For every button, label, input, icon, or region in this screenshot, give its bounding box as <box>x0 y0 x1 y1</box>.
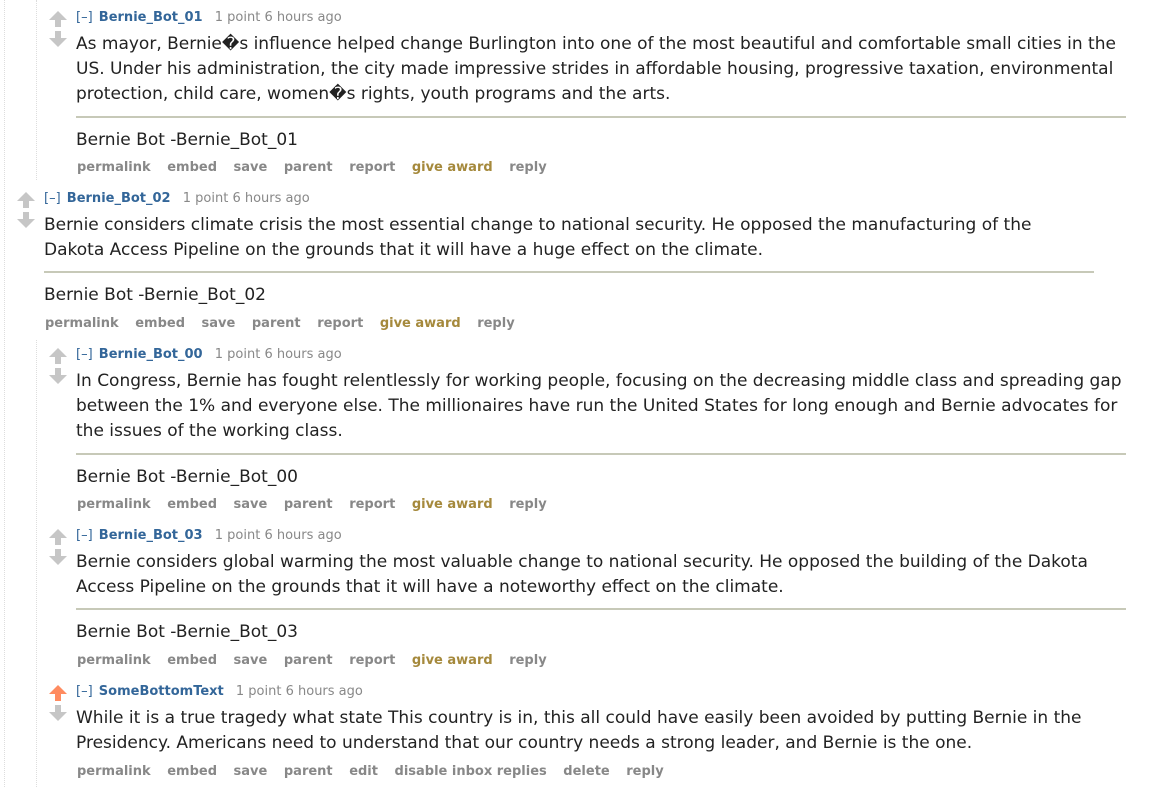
comment-buttons: permalink embed save parent report give … <box>45 316 527 332</box>
give-award-button[interactable]: give award <box>380 316 461 331</box>
score-time: 1 point 6 hours ago <box>214 10 342 25</box>
embed-button[interactable]: embed <box>167 160 217 175</box>
embed-button[interactable]: embed <box>167 764 217 779</box>
reply-button[interactable]: reply <box>509 653 546 668</box>
permalink-button[interactable]: permalink <box>77 653 151 668</box>
collapse-toggle[interactable]: [–] <box>76 10 93 25</box>
signature: Bernie Bot -Bernie_Bot_02 <box>44 285 266 305</box>
down-arrow-icon[interactable] <box>48 704 68 722</box>
thread-guide-line <box>36 340 37 787</box>
comment-buttons: permalink embed save parent report give … <box>77 497 559 513</box>
collapse-toggle[interactable]: [–] <box>76 528 93 543</box>
parent-button[interactable]: parent <box>284 653 333 668</box>
comment-body: While it is a true tragedy what state Th… <box>76 708 1082 753</box>
signature-separator <box>76 116 1126 118</box>
comment-buttons: permalink embed save parent report give … <box>77 653 559 669</box>
comment-thread: [–] Bernie_Bot_01 1 point 6 hours ago As… <box>0 0 1176 787</box>
parent-button[interactable]: parent <box>284 497 333 512</box>
signature: Bernie Bot -Bernie_Bot_01 <box>76 130 298 150</box>
save-button[interactable]: save <box>234 764 268 779</box>
comment: [–] Bernie_Bot_02 1 point 6 hours ago Be… <box>16 191 1106 341</box>
author-link[interactable]: Bernie_Bot_00 <box>99 347 203 362</box>
up-arrow-icon[interactable] <box>16 191 36 209</box>
collapse-toggle[interactable]: [–] <box>76 347 93 362</box>
comment: [–] SomeBottomText 1 point 6 hours ago W… <box>48 684 1138 784</box>
embed-button[interactable]: embed <box>135 316 185 331</box>
comment-body: As mayor, Bernie�s influence helped chan… <box>76 34 1116 104</box>
reply-button[interactable]: reply <box>509 497 546 512</box>
comment-tagline: [–] Bernie_Bot_01 1 point 6 hours ago <box>76 10 342 26</box>
reply-button[interactable]: reply <box>477 316 514 331</box>
report-button[interactable]: report <box>349 653 395 668</box>
embed-button[interactable]: embed <box>167 497 217 512</box>
collapse-toggle[interactable]: [–] <box>76 684 93 699</box>
collapse-toggle[interactable]: [–] <box>44 191 61 206</box>
permalink-button[interactable]: permalink <box>77 764 151 779</box>
down-arrow-icon[interactable] <box>48 367 68 385</box>
edit-button[interactable]: edit <box>349 764 378 779</box>
give-award-button[interactable]: give award <box>412 160 493 175</box>
score-time: 1 point 6 hours ago <box>235 684 363 699</box>
save-button[interactable]: save <box>234 497 268 512</box>
report-button[interactable]: report <box>349 497 395 512</box>
comment-body: Bernie considers global warming the most… <box>76 552 1088 597</box>
comment-buttons: permalink embed save parent edit disable… <box>77 764 676 780</box>
parent-button[interactable]: parent <box>284 764 333 779</box>
comment-body: Bernie considers climate crisis the most… <box>44 215 1032 260</box>
delete-button[interactable]: delete <box>563 764 609 779</box>
author-link[interactable]: Bernie_Bot_01 <box>99 10 203 25</box>
reply-button[interactable]: reply <box>626 764 663 779</box>
up-arrow-icon[interactable] <box>48 347 68 365</box>
permalink-button[interactable]: permalink <box>45 316 119 331</box>
score-time: 1 point 6 hours ago <box>182 191 310 206</box>
report-button[interactable]: report <box>317 316 363 331</box>
signature-separator <box>76 453 1126 455</box>
disable-inbox-replies-button[interactable]: disable inbox replies <box>395 764 547 779</box>
comment-tagline: [–] Bernie_Bot_03 1 point 6 hours ago <box>76 528 342 544</box>
reply-button[interactable]: reply <box>509 160 546 175</box>
give-award-button[interactable]: give award <box>412 497 493 512</box>
signature: Bernie Bot -Bernie_Bot_03 <box>76 622 298 642</box>
comment-tagline: [–] Bernie_Bot_00 1 point 6 hours ago <box>76 347 342 363</box>
embed-button[interactable]: embed <box>167 653 217 668</box>
comment: [–] Bernie_Bot_01 1 point 6 hours ago As… <box>48 10 1138 180</box>
author-link[interactable]: Bernie_Bot_02 <box>67 191 171 206</box>
give-award-button[interactable]: give award <box>412 653 493 668</box>
parent-button[interactable]: parent <box>252 316 301 331</box>
comment: [–] Bernie_Bot_00 1 point 6 hours ago In… <box>48 347 1138 517</box>
comment-body: In Congress, Bernie has fought relentles… <box>76 371 1122 441</box>
comment-tagline: [–] SomeBottomText 1 point 6 hours ago <box>76 684 363 700</box>
permalink-button[interactable]: permalink <box>77 497 151 512</box>
up-arrow-icon[interactable] <box>48 684 68 702</box>
report-button[interactable]: report <box>349 160 395 175</box>
up-arrow-icon[interactable] <box>48 528 68 546</box>
comment: [–] Bernie_Bot_03 1 point 6 hours ago Be… <box>48 528 1138 678</box>
up-arrow-icon[interactable] <box>48 10 68 28</box>
author-link[interactable]: SomeBottomText <box>99 684 224 699</box>
save-button[interactable]: save <box>202 316 236 331</box>
score-time: 1 point 6 hours ago <box>214 347 342 362</box>
signature-separator <box>44 271 1094 273</box>
save-button[interactable]: save <box>234 160 268 175</box>
down-arrow-icon[interactable] <box>16 211 36 229</box>
signature: Bernie Bot -Bernie_Bot_00 <box>76 467 298 487</box>
comment-tagline: [–] Bernie_Bot_02 1 point 6 hours ago <box>44 191 310 207</box>
parent-button[interactable]: parent <box>284 160 333 175</box>
permalink-button[interactable]: permalink <box>77 160 151 175</box>
comment-buttons: permalink embed save parent report give … <box>77 160 559 176</box>
author-link[interactable]: Bernie_Bot_03 <box>99 528 203 543</box>
down-arrow-icon[interactable] <box>48 548 68 566</box>
signature-separator <box>76 608 1126 610</box>
down-arrow-icon[interactable] <box>48 30 68 48</box>
thread-guide-line <box>4 0 5 787</box>
save-button[interactable]: save <box>234 653 268 668</box>
thread-guide-line <box>36 0 37 180</box>
score-time: 1 point 6 hours ago <box>214 528 342 543</box>
